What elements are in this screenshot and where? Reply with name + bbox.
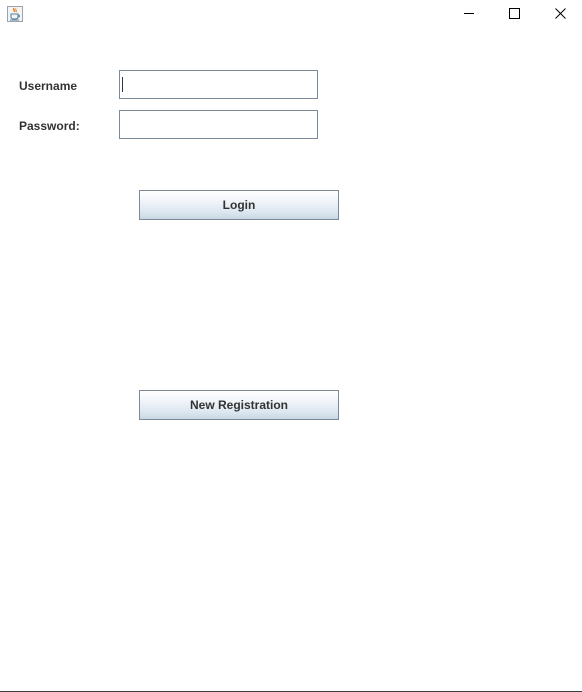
maximize-button[interactable] <box>491 0 537 30</box>
username-label: Username <box>19 79 78 93</box>
username-field[interactable] <box>119 70 318 99</box>
close-button[interactable] <box>537 0 582 30</box>
login-window: Username Password: Login New Registratio… <box>0 0 582 692</box>
minimize-icon <box>463 6 475 24</box>
minimize-button[interactable] <box>446 0 492 30</box>
new-registration-button[interactable]: New Registration <box>139 390 339 420</box>
password-field[interactable] <box>119 110 318 139</box>
maximize-icon <box>508 6 520 24</box>
java-cup-icon <box>7 6 23 22</box>
title-bar[interactable] <box>0 0 582 30</box>
close-icon <box>554 6 566 24</box>
password-label: Password: <box>19 119 80 133</box>
login-button[interactable]: Login <box>139 190 339 220</box>
text-caret <box>122 77 123 92</box>
